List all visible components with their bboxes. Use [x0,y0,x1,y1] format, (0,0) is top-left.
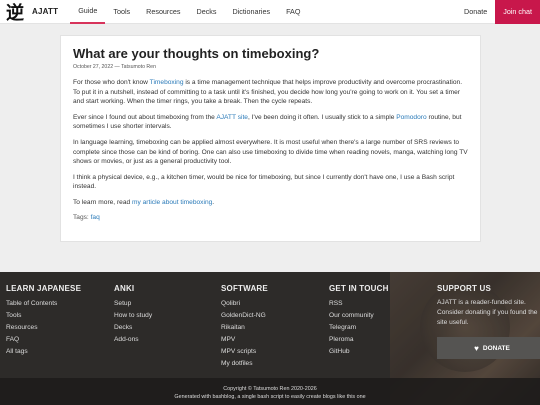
footer-link[interactable]: Pleroma [329,334,389,346]
footer-link[interactable]: GoldenDict-NG [221,310,268,322]
footer-link[interactable]: My dotfiles [221,358,268,370]
ajatt-site-link[interactable]: AJATT site [216,114,248,121]
join-chat-button[interactable]: Join chat [495,0,540,24]
site-footer: LEARN JAPANESE Table of Contents Tools R… [0,272,540,405]
paragraph-text: To learn more, read [73,198,133,206]
footer-link[interactable]: Decks [114,322,152,334]
paragraph-1: For those who don't know Timeboxing is a… [73,78,468,107]
footer-heading: GET IN TOUCH [329,284,389,293]
paragraph-3: In language learning, timeboxing can be … [73,138,468,166]
paragraph-4: I think a physical device, e.g., a kitch… [73,173,455,191]
nav-link-faq[interactable]: FAQ [278,0,308,24]
footer-col-contact: GET IN TOUCH RSS Our community Telegram … [329,284,389,358]
logo-text: AJATT [32,7,59,16]
footer-link[interactable]: Qolibri [221,298,268,310]
footer-bottom-bar: Copyright © Tatsumoto Ren 2020-2026 Gene… [0,378,540,405]
tag-faq-link[interactable]: faq [91,214,100,221]
footer-heading: LEARN JAPANESE [6,284,82,293]
footer-link[interactable]: RSS [329,298,389,310]
footer-col-software: SOFTWARE Qolibri GoldenDict-NG Rikaitan … [221,284,268,370]
footer-link[interactable]: Telegram [329,322,389,334]
footer-heading: SOFTWARE [221,284,268,293]
generated-text: Generated with bashblog, a single bash s… [174,394,366,400]
paragraph-text: Ever since I found out about timeboxing … [73,113,217,121]
paragraph-text: For those who don't know [73,79,150,86]
footer-link[interactable]: GitHub [329,346,389,358]
footer-link[interactable]: Add-ons [114,334,152,346]
nav-links: Guide Tools Resources Decks Dictionaries… [70,0,308,24]
timeboxing-link[interactable]: Timeboxing [150,79,184,86]
pomodoro-link[interactable]: Pomodoro [396,114,426,121]
support-text: AJATT is a reader-funded site. Consider … [437,299,538,326]
footer-col-learn: LEARN JAPANESE Table of Contents Tools R… [6,284,81,358]
footer-link[interactable]: Resources [6,322,81,334]
footer-donate-button[interactable]: ♥ DONATE [437,337,540,359]
footer-link[interactable]: MPV [221,334,268,346]
footer-col-support: SUPPORT US AJATT is a reader-funded site… [437,284,540,359]
footer-col-anki: ANKI Setup How to study Decks Add-ons [114,284,152,346]
nav-link-tools[interactable]: Tools [105,0,138,24]
footer-link[interactable]: Table of Contents [6,298,81,310]
footer-link[interactable]: Setup [114,298,152,310]
footer-link[interactable]: All tags [6,346,81,358]
footer-link[interactable]: How to study [114,310,152,322]
paragraph-5: To learn more, read my article about tim… [73,198,468,208]
donate-link[interactable]: Donate [456,7,495,16]
tags-label: Tags: [73,213,91,221]
paragraph-text: , I've been doing it often. I usually st… [247,113,397,121]
footer-link[interactable]: Our community [329,310,389,322]
top-navbar: 逆 AJATT Guide Tools Resources Decks Dict… [0,0,540,24]
footer-link[interactable]: Tools [6,310,81,322]
timeboxing-article-link[interactable]: my article about timeboxing [132,199,212,206]
footer-link[interactable]: Rikaitan [221,322,268,334]
nav-right: Donate Join chat [456,0,540,24]
article-meta: October 27, 2022 — Tatsumoto Ren [73,64,156,70]
footer-link[interactable]: MPV scripts [221,346,268,358]
donate-button-label: DONATE [482,344,510,352]
footer-link[interactable]: FAQ [6,334,81,346]
logo-glyph: 逆 [6,2,24,24]
tags-line: Tags: faq [73,214,468,221]
site-logo[interactable]: 逆 AJATT [0,0,58,24]
paragraph-2: Ever since I found out about timeboxing … [73,113,468,132]
heart-icon: ♥ [474,343,479,353]
nav-link-decks[interactable]: Decks [189,0,225,24]
nav-link-resources[interactable]: Resources [138,0,188,24]
footer-heading: SUPPORT US [437,284,492,293]
copyright-text: Copyright © Tatsumoto Ren 2020-2026 [223,386,317,392]
footer-heading: ANKI [114,284,135,293]
nav-link-guide[interactable]: Guide [70,0,106,24]
article-title: What are your thoughts on timeboxing? [73,46,320,61]
article-card: What are your thoughts on timeboxing? Oc… [60,35,481,242]
paragraph-text: . [212,198,215,206]
nav-link-dictionaries[interactable]: Dictionaries [225,0,279,24]
